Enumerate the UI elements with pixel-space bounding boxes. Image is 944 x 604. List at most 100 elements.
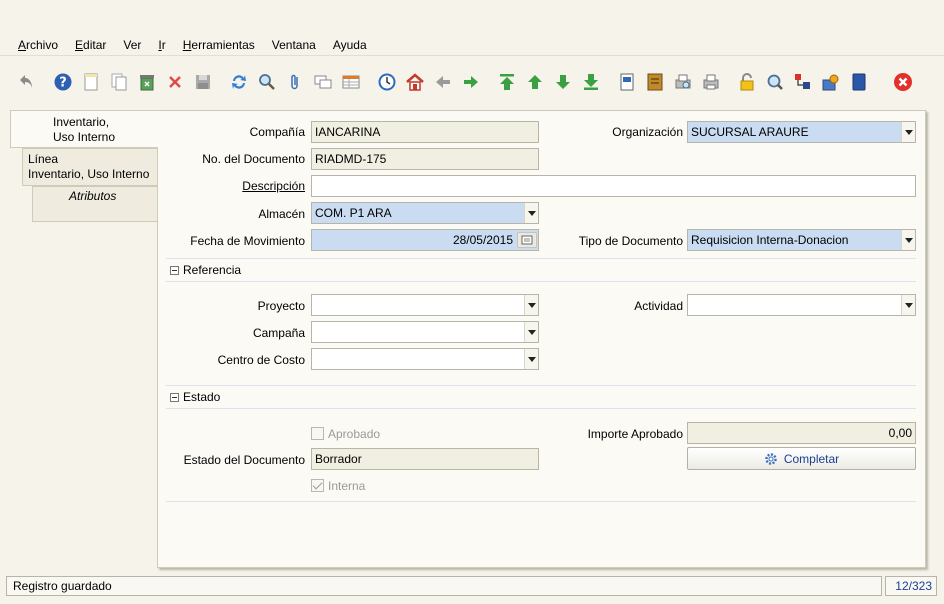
lock-icon[interactable] — [736, 71, 758, 93]
record-counter[interactable]: 12/323 — [885, 576, 937, 596]
compania-label: Compañía — [249, 125, 305, 139]
previous-record-icon[interactable] — [432, 71, 454, 93]
importe-label: Importe Aprobado — [587, 427, 683, 441]
chevron-down-icon[interactable] — [524, 295, 538, 315]
chat-icon[interactable] — [312, 71, 334, 93]
zoom-across-icon[interactable] — [764, 71, 786, 93]
campana-select[interactable] — [311, 321, 539, 343]
fecha-value: 28/05/2015 — [452, 233, 513, 247]
undo-icon[interactable] — [16, 71, 38, 93]
fecha-input[interactable]: 28/05/2015 — [311, 229, 539, 251]
actividad-select[interactable] — [687, 294, 916, 316]
gear-icon — [765, 452, 777, 465]
chevron-down-icon[interactable] — [524, 203, 538, 223]
chevron-down-icon[interactable] — [524, 349, 538, 369]
compania-field[interactable]: IANCARINA — [311, 121, 539, 143]
delete-selection-icon[interactable] — [164, 71, 186, 93]
interna-label: Interna — [328, 479, 366, 493]
menu-ayuda[interactable]: Ayuda — [333, 38, 367, 52]
process-icon[interactable] — [820, 71, 842, 93]
collapse-icon[interactable] — [170, 392, 179, 402]
chevron-down-icon[interactable] — [901, 230, 915, 250]
documento-field[interactable]: RIADMD-175 — [311, 148, 539, 170]
end-icon[interactable] — [848, 71, 870, 93]
save-icon[interactable] — [192, 71, 214, 93]
next-record-icon[interactable] — [460, 71, 482, 93]
interna-checkbox[interactable] — [311, 479, 324, 492]
form-panel: Compañía IANCARINA Organización SUCURSAL… — [157, 110, 926, 568]
estado-documento-field[interactable]: Borrador — [311, 448, 539, 470]
tipo-documento-value: Requisicion Interna-Donacion — [691, 233, 849, 247]
actividad-label: Actividad — [634, 299, 683, 313]
last-record-icon[interactable] — [580, 71, 602, 93]
help-icon[interactable]: ? — [52, 71, 74, 93]
delete-record-icon[interactable] — [136, 71, 158, 93]
proyecto-select[interactable] — [311, 294, 539, 316]
estado-title: Estado — [183, 390, 221, 404]
previous-row-icon[interactable] — [524, 71, 546, 93]
menu-editar[interactable]: Editar — [75, 38, 106, 52]
collapse-icon[interactable] — [170, 265, 179, 275]
menu-ir[interactable]: Ir — [158, 38, 165, 52]
workflow-icon[interactable] — [792, 71, 814, 93]
menu-ventana[interactable]: Ventana — [272, 38, 316, 52]
print-icon[interactable] — [700, 71, 722, 93]
chevron-down-icon[interactable] — [901, 295, 915, 315]
tab-inventario-uso-interno[interactable]: Inventario, Uso Interno — [10, 110, 158, 148]
print-preview-icon[interactable] — [672, 71, 694, 93]
completar-button[interactable]: Completar — [687, 447, 916, 470]
toolbar: ? — [0, 60, 944, 104]
archive-icon[interactable] — [644, 71, 666, 93]
estado-documento-label: Estado del Documento — [183, 453, 305, 467]
centro-costo-label: Centro de Costo — [217, 353, 305, 367]
history-icon[interactable] — [376, 71, 398, 93]
fecha-label: Fecha de Movimiento — [190, 234, 305, 248]
menu-ver[interactable]: Ver — [123, 38, 141, 52]
next-row-icon[interactable] — [552, 71, 574, 93]
search-icon[interactable] — [256, 71, 278, 93]
copy-record-icon[interactable] — [108, 71, 130, 93]
referencia-title: Referencia — [183, 263, 242, 277]
first-record-icon[interactable] — [496, 71, 518, 93]
menu-archivo[interactable]: Archivo — [18, 38, 58, 52]
organizacion-value: SUCURSAL ARAURE — [691, 125, 809, 139]
almacen-label: Almacén — [258, 207, 305, 221]
tab-label: Atributos — [69, 189, 117, 203]
importe-field[interactable]: 0,00 — [687, 422, 916, 444]
almacen-select[interactable]: COM. P1 ARA — [311, 202, 539, 224]
tab-label: Inventario, Uso Interno — [28, 167, 150, 181]
descripcion-label: Descripción — [242, 179, 305, 193]
tab-label: Uso Interno — [53, 130, 116, 144]
close-icon[interactable] — [892, 71, 914, 93]
refresh-icon[interactable] — [228, 71, 250, 93]
organizacion-select[interactable]: SUCURSAL ARAURE — [687, 121, 916, 143]
descripcion-input[interactable] — [311, 175, 916, 197]
almacen-value: COM. P1 ARA — [315, 206, 392, 220]
referencia-section-header[interactable]: Referencia — [166, 258, 916, 282]
campana-label: Campaña — [252, 326, 305, 340]
chevron-down-icon[interactable] — [524, 322, 538, 342]
calendar-icon[interactable] — [517, 232, 537, 248]
estado-section-header[interactable]: Estado — [166, 385, 916, 409]
grid-toggle-icon[interactable] — [340, 71, 362, 93]
tipo-documento-label: Tipo de Documento — [578, 234, 683, 248]
report-icon[interactable] — [616, 71, 638, 93]
organizacion-label: Organización — [612, 125, 683, 139]
attachment-icon[interactable] — [284, 71, 306, 93]
aprobado-checkbox[interactable] — [311, 427, 324, 440]
home-icon[interactable] — [404, 71, 426, 93]
new-record-icon[interactable] — [80, 71, 102, 93]
proyecto-label: Proyecto — [257, 299, 305, 313]
menu-herramientas[interactable]: Herramientas — [183, 38, 255, 52]
completar-label: Completar — [783, 451, 840, 466]
documento-label: No. del Documento — [202, 152, 305, 166]
tab-label: Inventario, — [53, 115, 110, 129]
tipo-documento-select[interactable]: Requisicion Interna-Donacion — [687, 229, 916, 251]
chevron-down-icon[interactable] — [901, 122, 915, 142]
menu-bar: Archivo Editar Ver Ir Herramientas Venta… — [0, 34, 944, 56]
tab-atributos[interactable]: Atributos — [32, 186, 158, 222]
svg-text:?: ? — [59, 76, 67, 91]
tab-linea[interactable]: Línea Inventario, Uso Interno — [22, 148, 158, 186]
centro-costo-select[interactable] — [311, 348, 539, 370]
divider — [166, 501, 916, 502]
